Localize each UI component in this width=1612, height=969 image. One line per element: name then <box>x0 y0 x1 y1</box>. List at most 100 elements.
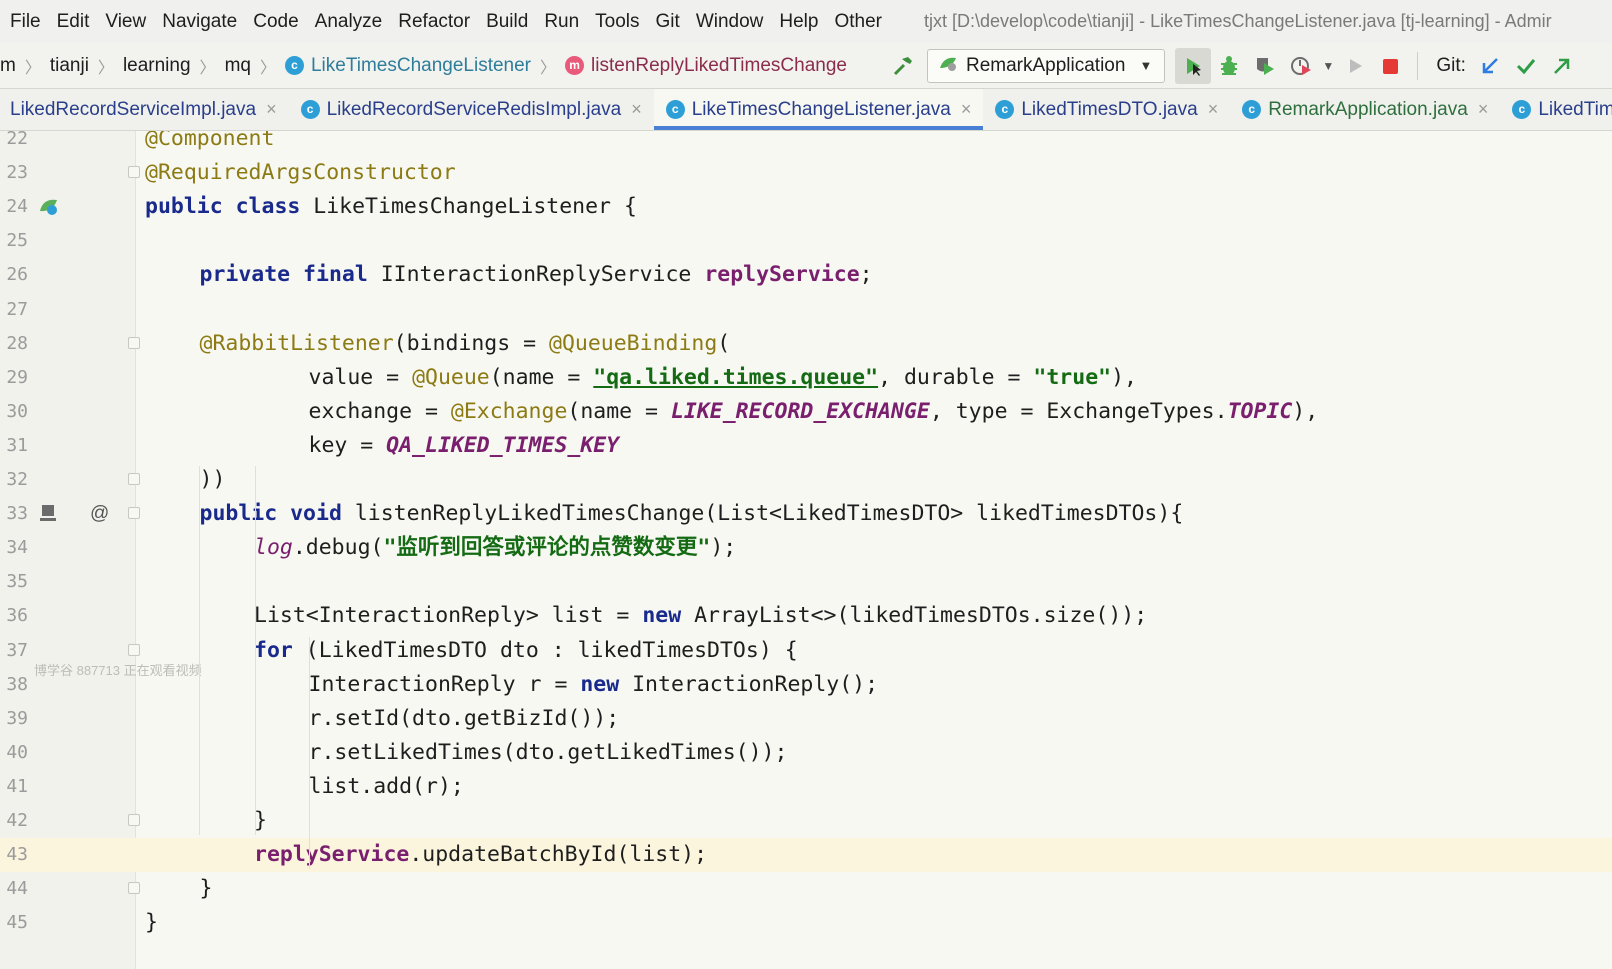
stop-icon[interactable] <box>1373 48 1409 84</box>
git-update-icon[interactable] <box>1472 48 1508 84</box>
breadcrumb-class[interactable]: c LikeTimesChangeListener <box>279 43 537 88</box>
line-number[interactable]: 23 <box>0 156 28 190</box>
menu-view[interactable]: View <box>97 0 154 43</box>
line-number[interactable]: 42 <box>0 804 28 838</box>
menu-file[interactable]: File <box>0 0 49 43</box>
close-icon[interactable]: × <box>266 99 277 120</box>
line-number[interactable]: 25 <box>0 224 28 258</box>
fold-marker-icon[interactable] <box>128 882 140 895</box>
code-text[interactable]: public class LikeTimesChangeListener { <box>145 190 637 224</box>
line-number[interactable]: 29 <box>0 361 28 395</box>
line-number[interactable]: 38 <box>0 668 28 702</box>
coverage-icon[interactable] <box>1247 48 1283 84</box>
close-icon[interactable]: × <box>1208 99 1219 120</box>
breadcrumb-item[interactable]: learning <box>117 43 197 88</box>
line-number[interactable]: 43 <box>0 838 28 872</box>
line-number[interactable]: 35 <box>0 565 28 599</box>
close-icon[interactable]: × <box>631 99 642 120</box>
build-hammer-icon[interactable] <box>885 48 921 84</box>
line-number[interactable]: 45 <box>0 906 28 940</box>
run-icon[interactable] <box>1175 47 1212 84</box>
code-text[interactable]: list.add(r); <box>309 770 464 804</box>
line-number[interactable]: 37 <box>0 634 28 668</box>
profile-icon[interactable] <box>1283 48 1319 84</box>
fold-marker-icon[interactable] <box>128 643 140 656</box>
tab-remarkapplication[interactable]: c RemarkApplication.java × <box>1230 89 1500 130</box>
close-icon[interactable]: × <box>1478 99 1489 120</box>
line-number[interactable]: 26 <box>0 258 28 292</box>
breadcrumb-method[interactable]: m listenReplyLikedTimesChange <box>559 43 853 88</box>
spring-bean-icon[interactable] <box>38 196 60 224</box>
code-editor[interactable]: 博学谷 887713 正在观看视频 22 @Component 23 @Require… <box>0 131 1612 969</box>
line-number[interactable]: 32 <box>0 463 28 497</box>
code-text[interactable]: value = @Queue(name = "qa.liked.times.qu… <box>309 361 1137 395</box>
menu-help[interactable]: Help <box>771 0 826 43</box>
line-number[interactable]: 22 <box>0 131 28 156</box>
line-number[interactable]: 41 <box>0 770 28 804</box>
menu-window[interactable]: Window <box>688 0 772 43</box>
code-text[interactable]: @Component <box>145 131 274 156</box>
tab-liketimeschangelistener[interactable]: c LikeTimesChangeListener.java × <box>653 89 984 130</box>
breadcrumb-item[interactable]: m <box>0 43 22 88</box>
menu-other[interactable]: Other <box>826 0 890 43</box>
code-line: 34 log.debug("监听到回答或评论的点赞数变更"); <box>0 531 1612 565</box>
code-text[interactable]: key = QA_LIKED_TIMES_KEY <box>309 429 620 463</box>
line-number[interactable]: 44 <box>0 872 28 906</box>
line-number[interactable]: 30 <box>0 395 28 429</box>
fold-marker-icon[interactable] <box>128 336 140 349</box>
code-text[interactable]: private final IInteractionReplyService r… <box>200 258 873 292</box>
menu-analyze[interactable]: Analyze <box>307 0 391 43</box>
code-text[interactable]: List<InteractionReply> list = new ArrayL… <box>254 599 1147 633</box>
run-config-select[interactable]: RemarkApplication ▼ <box>926 48 1166 83</box>
debug-icon[interactable] <box>1211 48 1247 84</box>
line-number[interactable]: 33 <box>0 497 28 531</box>
code-text[interactable]: r.setLikedTimes(dto.getLikedTimes()); <box>309 736 788 770</box>
code-text[interactable]: public void listenReplyLikedTimesChange(… <box>200 497 1184 531</box>
tab-label: LikedRecordServiceImpl.java <box>10 98 257 120</box>
line-number[interactable]: 31 <box>0 429 28 463</box>
code-text[interactable]: } <box>145 906 158 940</box>
fold-marker-icon[interactable] <box>128 507 140 520</box>
menu-tools[interactable]: Tools <box>587 0 647 43</box>
code-text[interactable]: log.debug("监听到回答或评论的点赞数变更"); <box>254 531 736 565</box>
breadcrumb-item[interactable]: mq <box>219 43 257 88</box>
menu-edit[interactable]: Edit <box>49 0 98 43</box>
breadcrumb-item[interactable]: tianji <box>44 43 95 88</box>
code-text[interactable]: exchange = @Exchange(name = LIKE_RECORD_… <box>309 395 1319 429</box>
chevron-down-icon[interactable]: ▼ <box>1319 48 1337 84</box>
code-text[interactable]: } <box>200 872 213 906</box>
fold-marker-icon[interactable] <box>128 814 140 826</box>
code-text[interactable]: @RabbitListener(bindings = @QueueBinding… <box>200 327 731 361</box>
line-number[interactable]: 39 <box>0 702 28 736</box>
fold-marker-icon[interactable] <box>128 473 140 485</box>
code-text[interactable]: r.setId(dto.getBizId()); <box>309 702 620 736</box>
code-text[interactable]: for (LikedTimesDTO dto : likedTimesDTOs)… <box>254 634 798 668</box>
code-text[interactable]: replyService.updateBatchById(list); <box>254 838 707 872</box>
fold-marker-icon[interactable] <box>128 166 140 179</box>
tab-likedrecordserviceredisimpl[interactable]: c LikedRecordServiceRedisImpl.java × <box>289 89 654 130</box>
menu-refactor[interactable]: Refactor <box>390 0 478 43</box>
menu-build[interactable]: Build <box>478 0 536 43</box>
line-number[interactable]: 27 <box>0 293 28 327</box>
line-number[interactable]: 34 <box>0 531 28 565</box>
line-number[interactable]: 40 <box>0 736 28 770</box>
code-text[interactable]: @RequiredArgsConstructor <box>145 156 456 190</box>
line-number[interactable]: 24 <box>0 190 28 224</box>
menu-git[interactable]: Git <box>648 0 688 43</box>
menu-run[interactable]: Run <box>536 0 587 43</box>
close-icon[interactable]: × <box>961 99 972 120</box>
tab-likedtim[interactable]: c LikedTim <box>1500 89 1612 130</box>
endpoint-icon[interactable] <box>38 503 58 529</box>
git-commit-icon[interactable] <box>1508 48 1544 84</box>
code-text[interactable]: InteractionReply r = new InteractionRepl… <box>309 668 879 702</box>
menu-code[interactable]: Code <box>245 0 306 43</box>
tab-likedtimesdto[interactable]: c LikedTimesDTO.java × <box>983 89 1230 130</box>
run-config-icon <box>938 54 958 77</box>
line-number[interactable]: 28 <box>0 327 28 361</box>
git-push-icon[interactable] <box>1544 48 1580 84</box>
tab-likedrecordserviceimpl[interactable]: cLikedRecordServiceImpl.java× <box>0 89 289 130</box>
code-text[interactable]: )) <box>200 463 226 497</box>
annotation-icon[interactable]: @ <box>90 503 109 525</box>
line-number[interactable]: 36 <box>0 599 28 633</box>
menu-navigate[interactable]: Navigate <box>154 0 245 43</box>
